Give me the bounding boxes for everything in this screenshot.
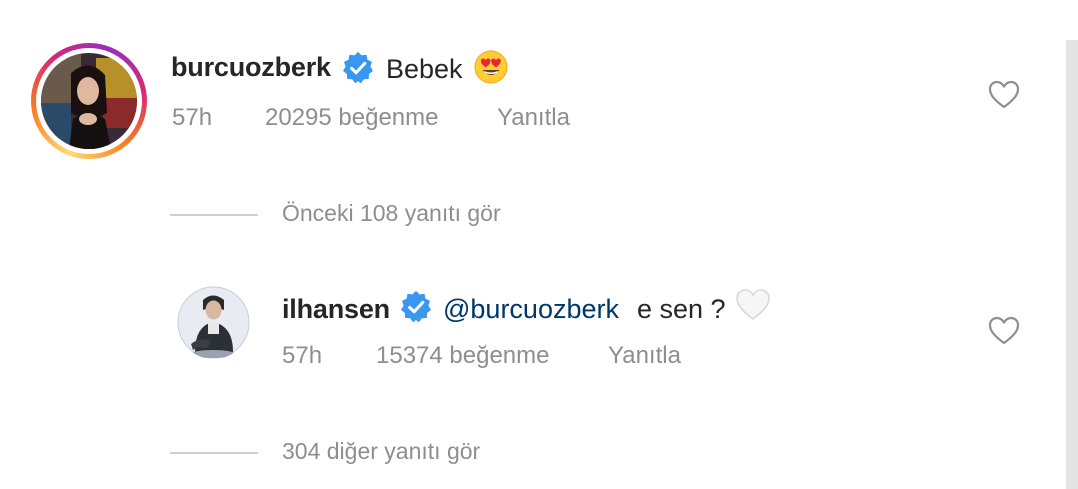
reply-button[interactable]: Yanıtla — [608, 342, 681, 370]
avatar — [41, 53, 137, 149]
white-heart-emoji — [736, 289, 770, 321]
comment-time: 57h — [172, 104, 213, 131]
verified-badge-icon — [401, 290, 431, 323]
view-previous-replies-label[interactable]: Önceki 108 yanıtı gör — [282, 200, 501, 227]
reply-comment: ilhansen @burcuozberk e sen ? 57h 15374 … — [0, 282, 1060, 382]
divider-line — [170, 452, 258, 454]
avatar — [177, 286, 250, 359]
verified-badge-icon — [343, 51, 373, 84]
divider-line — [170, 214, 258, 216]
scrollbar[interactable] — [1066, 40, 1078, 489]
heart-eyes-emoji — [474, 50, 508, 84]
comment-text: Bebek — [386, 54, 463, 84]
reply-time: 57h — [282, 342, 323, 369]
reply-text: e sen ? — [637, 294, 726, 324]
reply-mention-link[interactable]: @burcuozberk — [443, 294, 619, 325]
comment: burcuozberk Bebek 57h 20295 beğenme Yanı… — [0, 40, 1060, 170]
like-heart-icon[interactable] — [988, 80, 1020, 110]
comment-username[interactable]: burcuozberk — [171, 52, 331, 83]
avatar-story-ring[interactable] — [31, 43, 147, 159]
view-more-replies[interactable]: 304 diğer yanıtı gör — [170, 438, 770, 468]
avatar-wrap[interactable] — [177, 286, 250, 359]
comment-likes[interactable]: 20295 beğenme — [265, 104, 438, 132]
view-previous-replies[interactable]: Önceki 108 yanıtı gör — [170, 200, 770, 230]
reply-likes[interactable]: 15374 beğenme — [376, 342, 549, 370]
view-more-replies-label[interactable]: 304 diğer yanıtı gör — [282, 438, 480, 465]
reply-username[interactable]: ilhansen — [282, 294, 390, 325]
reply-button[interactable]: Yanıtla — [497, 104, 570, 132]
comments-section: burcuozberk Bebek 57h 20295 beğenme Yanı… — [0, 0, 1078, 489]
like-heart-icon[interactable] — [988, 316, 1020, 346]
